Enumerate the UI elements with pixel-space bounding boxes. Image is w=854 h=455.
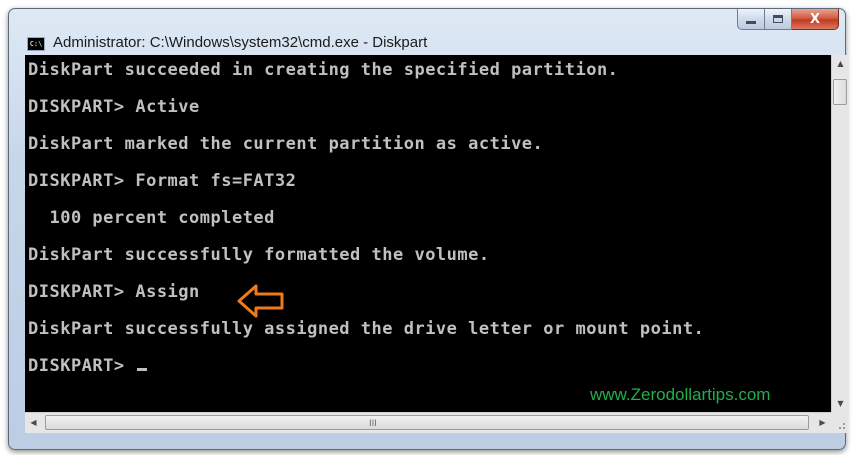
console-line: 100 percent completed bbox=[28, 208, 275, 228]
console-line: DISKPART> Format fs=FAT32 bbox=[28, 171, 297, 191]
title-bar[interactable]: C:\ Administrator: C:\Windows\system32\c… bbox=[9, 9, 845, 55]
console-line: DiskPart successfully assigned the drive… bbox=[28, 319, 705, 339]
close-icon: X bbox=[809, 11, 821, 27]
scroll-up-arrow-icon[interactable]: ▲ bbox=[832, 55, 849, 72]
cmd-window: C:\ Administrator: C:\Windows\system32\c… bbox=[8, 8, 849, 450]
console-prompt-line[interactable]: DISKPART> bbox=[28, 356, 148, 376]
maximize-button[interactable] bbox=[765, 9, 792, 30]
vertical-scroll-thumb[interactable] bbox=[833, 79, 847, 105]
horizontal-scrollbar[interactable]: ◀ III ▶ bbox=[25, 412, 831, 433]
resize-grip-icon[interactable] bbox=[831, 412, 848, 433]
scroll-left-arrow-icon[interactable]: ◀ bbox=[25, 413, 42, 433]
console-output[interactable]: DiskPart succeeded in creating the speci… bbox=[25, 55, 831, 412]
scroll-down-arrow-icon[interactable]: ▼ bbox=[832, 395, 849, 412]
console-prompt: DISKPART> bbox=[28, 356, 136, 376]
console-line: DiskPart marked the current partition as… bbox=[28, 134, 544, 154]
arrow-left-outline-icon bbox=[237, 284, 284, 318]
console-line: DISKPART> Assign bbox=[28, 282, 200, 302]
vertical-scrollbar[interactable]: ▲ ▼ bbox=[831, 55, 849, 412]
minimize-icon bbox=[746, 20, 756, 24]
text-cursor bbox=[137, 368, 148, 371]
watermark: www.Zerodollartips.com bbox=[590, 385, 771, 404]
scroll-right-arrow-icon[interactable]: ▶ bbox=[814, 413, 831, 433]
caption-buttons: X bbox=[737, 9, 839, 30]
window-title: Administrator: C:\Windows\system32\cmd.e… bbox=[53, 34, 428, 51]
horizontal-scroll-thumb[interactable]: III bbox=[45, 415, 809, 430]
minimize-button[interactable] bbox=[737, 9, 765, 30]
scroll-grip-icon: III bbox=[369, 419, 377, 429]
maximize-icon bbox=[773, 15, 783, 23]
console-line: DISKPART> Active bbox=[28, 97, 200, 117]
cmd-icon[interactable]: C:\ bbox=[27, 37, 45, 51]
console-line: DiskPart succeeded in creating the speci… bbox=[28, 60, 619, 80]
console-line: DiskPart successfully formatted the volu… bbox=[28, 245, 490, 265]
close-button[interactable]: X bbox=[792, 9, 839, 30]
